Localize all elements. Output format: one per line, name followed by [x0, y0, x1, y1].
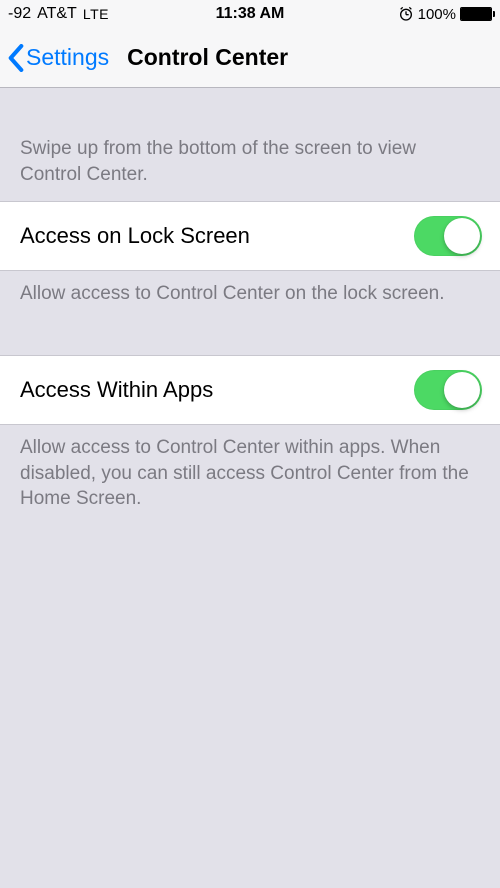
row-access-lock-screen: Access on Lock Screen	[0, 201, 500, 271]
nav-bar: Settings Control Center	[0, 28, 500, 88]
back-label: Settings	[26, 44, 109, 71]
switch-knob	[444, 218, 480, 254]
section-footer: Allow access to Control Center within ap…	[0, 425, 500, 512]
page-title: Control Center	[127, 44, 288, 71]
alarm-icon	[398, 6, 414, 22]
section-footer: Allow access to Control Center on the lo…	[0, 271, 500, 307]
battery-percent: 100%	[418, 6, 456, 23]
battery-icon	[460, 7, 492, 21]
chevron-left-icon	[8, 44, 24, 72]
section-header: Swipe up from the bottom of the screen t…	[0, 136, 500, 201]
switch-knob	[444, 372, 480, 408]
clock-time: 11:38 AM	[216, 5, 285, 23]
carrier-label: AT&T	[37, 5, 77, 23]
row-label: Access on Lock Screen	[20, 223, 250, 249]
status-left: -92 AT&T LTE	[8, 5, 109, 23]
status-right: 100%	[398, 6, 492, 23]
signal-strength: -92	[8, 5, 31, 23]
status-bar: -92 AT&T LTE 11:38 AM 100%	[0, 0, 500, 28]
row-label: Access Within Apps	[20, 377, 213, 403]
back-button[interactable]: Settings	[6, 40, 111, 76]
toggle-access-lock-screen[interactable]	[414, 216, 482, 256]
network-label: LTE	[83, 6, 109, 22]
toggle-access-within-apps[interactable]	[414, 370, 482, 410]
content: Swipe up from the bottom of the screen t…	[0, 88, 500, 512]
row-access-within-apps: Access Within Apps	[0, 355, 500, 425]
